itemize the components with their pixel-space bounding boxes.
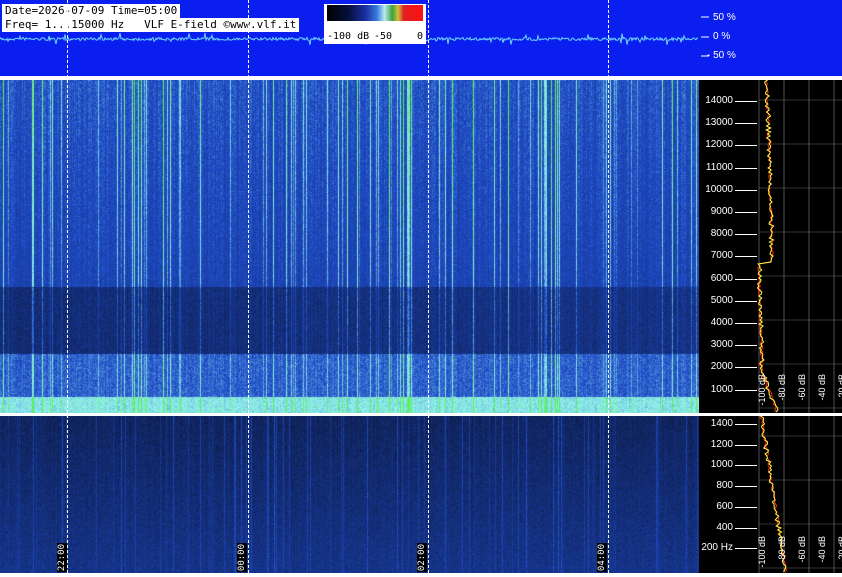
y-tick-label: 8000 [710, 228, 733, 240]
wave-axis-50: 50 % [713, 12, 736, 23]
spectrum-profile-curve [756, 79, 779, 413]
db-tick-label: -40 dB [817, 536, 827, 563]
spectrogram-low [0, 416, 699, 573]
time-gridline [608, 0, 609, 573]
y-tick-mark [735, 189, 757, 191]
x-tick-label: 02:00 [417, 543, 427, 573]
y-tick-mark [735, 256, 757, 258]
y-tick-mark [735, 145, 757, 147]
db-tick-label: -100 dB [757, 374, 767, 406]
y-tick-label: 4000 [710, 317, 733, 328]
y-tick-mark [735, 424, 757, 425]
y-tick-label: 13000 [705, 117, 733, 129]
y-tick-mark [735, 300, 757, 302]
y-tick-mark [735, 486, 757, 488]
y-tick-mark [735, 506, 757, 508]
y-tick-label: 11000 [705, 161, 733, 173]
y-tick-mark [735, 123, 757, 125]
y-tick-mark [735, 234, 757, 236]
db-tick-label: -60 dB [797, 374, 807, 401]
y-tick-mark [735, 465, 757, 467]
date-time-label: Date=2026-07-09 Time=05:00 [2, 4, 181, 18]
db-tick-label: -20 dB [837, 374, 842, 401]
y-tick-label: 1200 [710, 438, 733, 450]
color-scale-bar [327, 5, 423, 21]
time-gridline [248, 0, 249, 573]
x-tick-label: 00:00 [237, 543, 247, 573]
scale-label-min: -100 dB [327, 31, 370, 42]
y-tick-mark [735, 367, 757, 369]
y-tick-mark [735, 278, 757, 280]
y-tick-mark [735, 548, 757, 550]
db-tick-label: -80 dB [777, 536, 787, 563]
y-tick-label: 12000 [705, 139, 733, 151]
wave-axis-0: 0 % [713, 31, 731, 42]
waveform-axis: 50 % 0 % - 50 % [699, 0, 842, 76]
x-tick-label: 22:00 [57, 543, 67, 573]
spectrogram-main [0, 80, 699, 413]
y-tick-label: 600 [716, 500, 733, 512]
y-tick-label: 400 [716, 521, 733, 533]
y-tick-label: 7000 [710, 250, 733, 262]
y-tick-mark [735, 101, 757, 102]
scale-label-mid: -50 [374, 31, 393, 42]
db-tick-label: -20 dB [837, 536, 842, 563]
time-gridline [67, 0, 68, 573]
y-tick-mark [735, 212, 757, 213]
y-tick-label: 1000 [710, 459, 733, 471]
db-tick-label: -40 dB [817, 374, 827, 401]
y-tick-label: 1400 [710, 418, 733, 429]
y-tick-label: 10000 [705, 183, 733, 195]
y-tick-label: 200 Hz [701, 542, 733, 554]
db-tick-label: -100 dB [757, 536, 767, 568]
y-tick-label: 6000 [710, 272, 733, 284]
y-tick-label: 9000 [710, 206, 733, 217]
y-tick-label: 5000 [710, 294, 733, 306]
frequency-label: Freq= 1...15000 Hz VLF E-field ©www.vlf.… [2, 18, 300, 32]
y-tick-mark [735, 323, 757, 324]
y-tick-mark [735, 389, 757, 391]
y-tick-mark [735, 527, 757, 529]
y-tick-mark [735, 444, 757, 446]
y-tick-mark [735, 167, 757, 169]
y-tick-label: 3000 [710, 339, 733, 351]
db-tick-label: -60 dB [797, 536, 807, 563]
x-tick-label: 04:00 [597, 543, 607, 573]
y-tick-mark [735, 345, 757, 347]
scale-label-max: 0 [417, 31, 424, 42]
y-tick-label: 800 [716, 480, 733, 492]
y-tick-label: 1000 [710, 383, 733, 395]
time-gridline [428, 0, 429, 573]
wave-axis-minus50: - 50 % [707, 50, 736, 61]
y-tick-label: 2000 [710, 361, 733, 373]
db-tick-label: -80 dB [777, 374, 787, 401]
y-tick-label: 14000 [705, 95, 733, 106]
